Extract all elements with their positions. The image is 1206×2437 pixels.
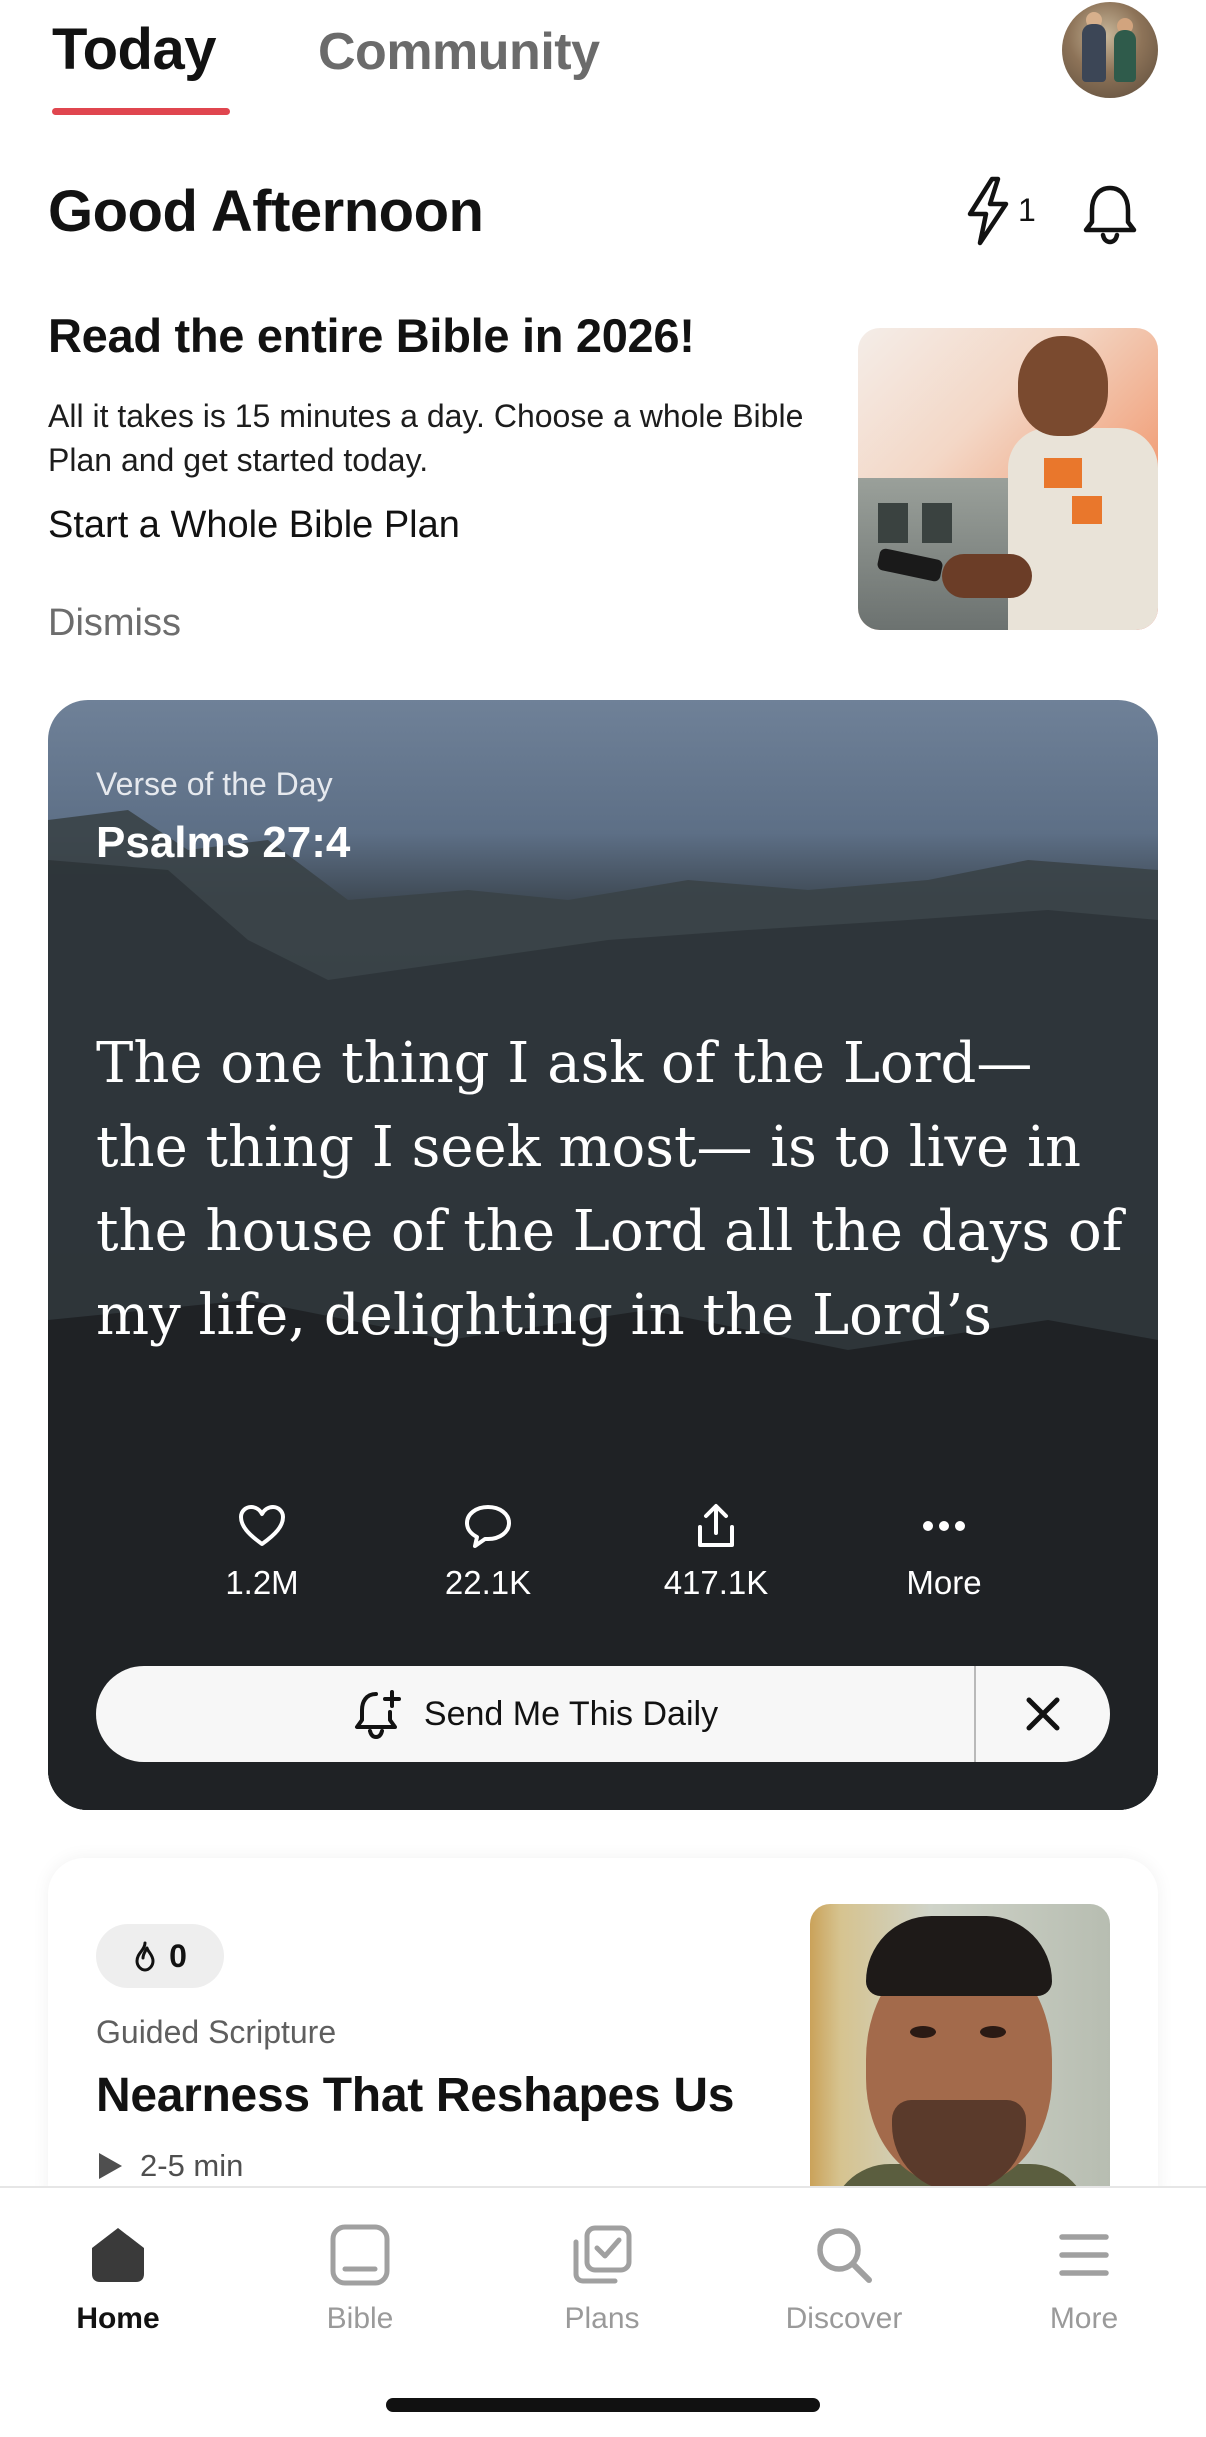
comment-count: 22.1K [444, 1564, 532, 1601]
search-icon [817, 2228, 872, 2283]
flame-icon [135, 1941, 155, 1972]
bell-plus-icon [354, 1690, 401, 1740]
more-label: More [906, 1564, 982, 1601]
tab-community[interactable]: Community [318, 22, 600, 82]
guided-title: Nearness That Reshapes Us [96, 2069, 735, 2122]
send-daily-button[interactable]: Send Me This Daily [96, 1666, 974, 1762]
avatar-figure-2-body [1114, 30, 1136, 82]
nav-home[interactable]: Home [18, 2218, 218, 2336]
nav-more[interactable]: More [984, 2218, 1184, 2336]
heart-icon [239, 1505, 285, 1546]
person-body [1008, 428, 1158, 630]
close-icon [1026, 1697, 1060, 1731]
active-tab-indicator [52, 108, 230, 115]
nav-discover-label: Discover [785, 2302, 903, 2335]
verse-label: Verse of the Day [96, 766, 333, 802]
person-hand [942, 554, 1032, 598]
close-send-daily-button[interactable] [976, 1666, 1110, 1762]
start-plan-link[interactable]: Start a Whole Bible Plan [48, 504, 460, 547]
guided-kicker: Guided Scripture [96, 2014, 337, 2050]
guided-image [810, 1904, 1110, 2198]
person-eye [980, 2026, 1006, 2038]
notifications-button[interactable] [1078, 182, 1142, 246]
window-shape [922, 503, 952, 543]
send-daily-label: Send Me This Daily [423, 1694, 719, 1733]
share-icon [698, 1504, 734, 1547]
streak-pill: 0 [96, 1924, 224, 1988]
tab-today[interactable]: Today [52, 16, 217, 83]
home-indicator [386, 2398, 820, 2412]
top-tabs: Today Community [0, 0, 1206, 120]
verse-reference[interactable]: Psalms 27:4 [96, 818, 350, 868]
streak-button[interactable]: 1 [960, 176, 1040, 246]
dismiss-button[interactable]: Dismiss [48, 602, 181, 645]
scarf-stripe [1072, 496, 1102, 524]
nav-bible-label: Bible [326, 2302, 394, 2335]
send-daily-bar: Send Me This Daily [96, 1666, 1110, 1762]
avatar-figure-1-body [1082, 24, 1106, 82]
nav-bible[interactable]: Bible [260, 2218, 460, 2336]
nav-plans-label: Plans [564, 2302, 640, 2335]
plans-icon [573, 2225, 632, 2284]
play-icon [99, 2153, 122, 2179]
person-hair [866, 1916, 1052, 1996]
scarf-stripe [1044, 458, 1082, 488]
share-count: 417.1K [663, 1564, 769, 1601]
guided-scripture-card[interactable]: 0 Guided Scripture Nearness That Reshape… [48, 1858, 1158, 2198]
person-head [1018, 336, 1108, 436]
greeting-heading: Good Afternoon [48, 179, 484, 244]
verse-text[interactable]: The one thing I ask of the Lord— the thi… [96, 1022, 1126, 1362]
share-button[interactable]: 417.1K [616, 1496, 816, 1602]
promo-body: All it takes is 15 minutes a day. Choose… [48, 398, 804, 478]
guided-duration: 2-5 min [96, 2148, 243, 2184]
person-eye [910, 2026, 936, 2038]
streak-count: 1 [1018, 192, 1036, 228]
more-button[interactable]: More [844, 1496, 1044, 1602]
bell-icon [1083, 185, 1137, 245]
nav-more-label: More [1049, 2302, 1119, 2335]
avatar[interactable] [1062, 2, 1158, 98]
nav-plans[interactable]: Plans [502, 2218, 702, 2336]
nav-home-label: Home [76, 2302, 160, 2335]
like-button[interactable]: 1.2M [162, 1496, 362, 1602]
duration-label: 2-5 min [140, 2148, 244, 2183]
like-count: 1.2M [225, 1564, 299, 1601]
lightning-icon [967, 176, 1009, 246]
promo-image[interactable] [858, 328, 1158, 630]
bible-icon [330, 2224, 390, 2286]
comment-button[interactable]: 22.1K [388, 1496, 588, 1602]
verse-of-the-day-card[interactable]: Verse of the Day Psalms 27:4 The one thi… [48, 700, 1158, 1810]
home-icon [92, 2228, 144, 2282]
streak-pill-count: 0 [169, 1937, 187, 1974]
verse-actions: 1.2M 22.1K 417.1K More [48, 1496, 1158, 1626]
window-shape [878, 503, 908, 543]
ellipsis-icon [923, 1521, 965, 1531]
nav-discover[interactable]: Discover [744, 2218, 944, 2336]
menu-icon [1059, 2234, 1109, 2276]
comment-icon [465, 1505, 511, 1548]
promo-title: Read the entire Bible in 2026! [48, 309, 695, 362]
